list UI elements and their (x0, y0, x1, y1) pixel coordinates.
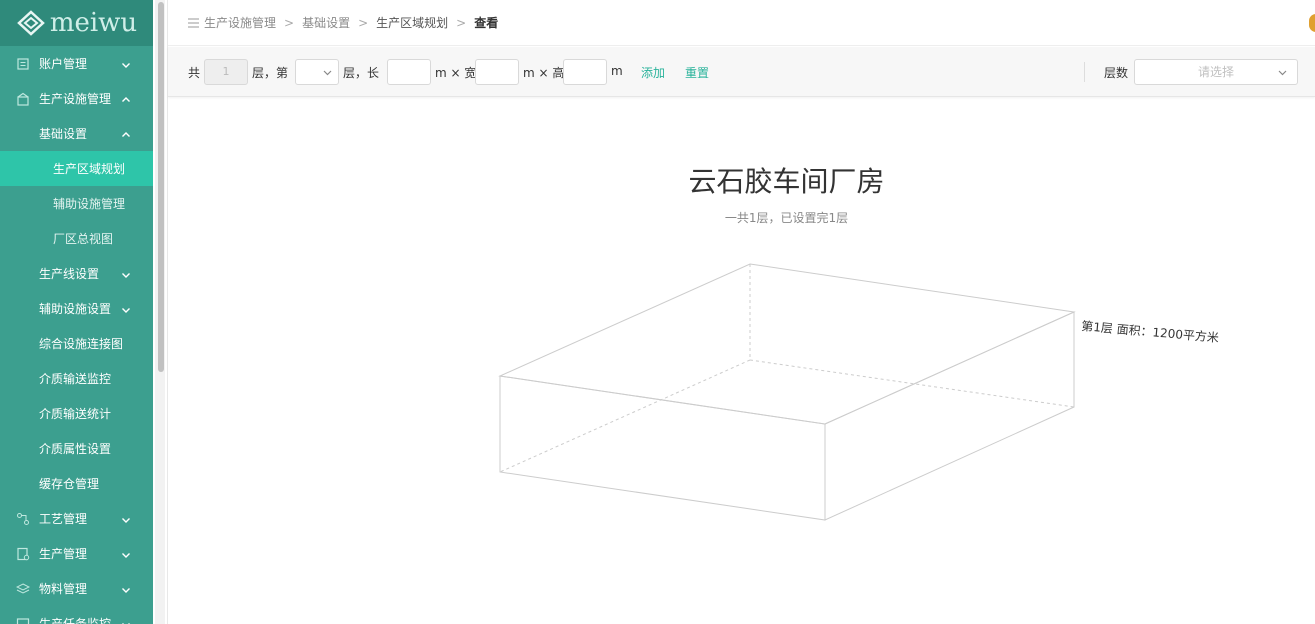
floor-number-select[interactable] (295, 59, 339, 85)
sidebar-item-4[interactable]: 辅助设施管理 (0, 186, 153, 221)
sidebar-item-label: 辅助设施管理 (53, 197, 126, 211)
chevron-down-icon (121, 59, 131, 69)
sidebar-item-12[interactable]: 缓存仓管理 (0, 466, 153, 501)
chevron-up-icon (121, 129, 131, 139)
sidebar-item-14[interactable]: 生产管理 (0, 536, 153, 571)
sidebar-item-5[interactable]: 厂区总视图 (0, 221, 153, 256)
sidebar-item-label: 介质属性设置 (39, 442, 112, 456)
document-icon (16, 57, 30, 71)
sidebar-item-label: 物料管理 (39, 582, 88, 596)
sidebar-item-label: 辅助设施设置 (39, 302, 112, 316)
sidebar-item-15[interactable]: 物料管理 (0, 571, 153, 606)
width-unit-label: m × 高 (523, 66, 565, 80)
layers-icon (16, 582, 30, 596)
sidebar-menu: 账户管理生产设施管理 基础设置生产区域规划 辅助设施管理 厂区总视图生产线设置辅助设施… (0, 46, 153, 624)
sidebar-item-label: 介质输送监控 (39, 372, 112, 386)
sidebar-item-label: 基础设置 (39, 127, 88, 141)
logo[interactable]: meiwu (0, 0, 153, 46)
breadcrumb: 生产设施管理 > 基础设置 > 生产区域规划 > 查看 (168, 0, 1315, 46)
chevron-down-icon (121, 549, 131, 559)
breadcrumb-item-view: 查看 (474, 16, 499, 30)
sidebar-item-label: 生产线设置 (39, 267, 100, 281)
sidebar-scrollbar-thumb[interactable] (158, 2, 164, 372)
sidebar: meiwu 账户管理生产设施管理 基础设置生产区域规划 辅助设施管理 厂区总视图生产线… (0, 0, 153, 624)
sidebar-item-label: 缓存仓管理 (39, 477, 100, 491)
sidebar-item-9[interactable]: 介质输送监控 (0, 361, 153, 396)
sidebar-item-0[interactable]: 账户管理 (0, 46, 153, 81)
chevron-down-icon (323, 70, 332, 76)
chevron-down-icon (121, 584, 131, 594)
box-top-face (498, 263, 1076, 425)
sidebar-item-label: 综合设施连接图 (39, 337, 124, 351)
breadcrumb-separator: > (284, 15, 295, 30)
toolbar-divider (1084, 62, 1085, 82)
menu-lines-icon (188, 18, 199, 27)
breadcrumb-item-facility[interactable]: 生产设施管理 (204, 14, 276, 31)
sidebar-item-16[interactable]: 生产任务监控 (0, 606, 153, 624)
add-button[interactable]: 添加 (641, 64, 665, 81)
floor-box[interactable] (498, 263, 1076, 521)
sidebar-item-8[interactable]: 综合设施连接图 (0, 326, 153, 361)
building-3d-view: 第1层 面积：1200平方米 (498, 263, 1220, 521)
breadcrumb-separator: > (456, 15, 467, 30)
floor-toolbar: 共 1 层，第 层，长 m × 宽 m × 高 m 添加 重置 层数 请选择 (168, 47, 1315, 97)
floor-area-label: 第1层 面积：1200平方米 (1081, 318, 1220, 345)
process-icon (16, 512, 30, 526)
avatar[interactable] (1309, 14, 1315, 32)
breadcrumb-item-area-planning[interactable]: 生产区域规划 (376, 14, 448, 31)
box-front-face (499, 375, 826, 521)
sidebar-item-6[interactable]: 生产线设置 (0, 256, 153, 291)
sidebar-item-11[interactable]: 介质属性设置 (0, 431, 153, 466)
sidebar-item-7[interactable]: 辅助设施设置 (0, 291, 153, 326)
box-right-face (824, 311, 1075, 521)
total-floors-input: 1 (204, 59, 248, 85)
sidebar-item-label: 厂区总视图 (53, 232, 114, 246)
sidebar-item-10[interactable]: 介质输送统计 (0, 396, 153, 431)
floors-select-placeholder: 请选择 (1197, 65, 1234, 79)
sidebar-item-13[interactable]: 工艺管理 (0, 501, 153, 536)
length-unit-label: m × 宽 (435, 66, 477, 80)
hidden-edge (499, 359, 751, 473)
sidebar-item-label: 工艺管理 (39, 512, 88, 526)
chevron-up-icon (121, 94, 131, 104)
logo-mark-icon (16, 10, 45, 36)
logo-text: meiwu (49, 8, 138, 38)
floors-label: 层数 (1104, 66, 1129, 80)
total-suffix-label: 层，第 (252, 66, 289, 80)
production-icon (16, 547, 30, 561)
sidebar-item-2[interactable]: 基础设置 (0, 116, 153, 151)
total-prefix-label: 共 (188, 66, 201, 80)
length-input[interactable] (387, 59, 431, 85)
breadcrumb-item-basic-settings[interactable]: 基础设置 (302, 14, 350, 31)
monitor-icon (16, 617, 30, 624)
main-content: 云石胶车间厂房 一共1层，已设置完1层 第1层 面积：1200平方米 (168, 98, 1315, 624)
height-unit-label: m (611, 64, 623, 78)
chevron-down-icon (1278, 70, 1287, 76)
width-input[interactable] (475, 59, 519, 85)
sidebar-item-label: 生产设施管理 (39, 92, 112, 106)
sidebar-item-3[interactable]: 生产区域规划 (0, 151, 153, 186)
chevron-down-icon (121, 269, 131, 279)
chevron-down-icon (121, 514, 131, 524)
sidebar-item-label: 生产区域规划 (53, 162, 126, 176)
chevron-down-icon (121, 304, 131, 314)
floor-suffix-label: 层，长 (343, 66, 380, 80)
sidebar-item-label: 介质输送统计 (39, 407, 112, 421)
chevron-down-icon (121, 619, 131, 624)
floors-select[interactable]: 请选择 (1134, 59, 1298, 85)
sidebar-item-label: 生产管理 (39, 547, 88, 561)
breadcrumb-separator: > (358, 15, 369, 30)
sidebar-item-label: 生产任务监控 (39, 617, 112, 624)
sidebar-item-1[interactable]: 生产设施管理 (0, 81, 153, 116)
hidden-edge (749, 359, 1075, 408)
height-input[interactable] (563, 59, 607, 85)
reset-button[interactable]: 重置 (685, 64, 709, 81)
building-icon (16, 92, 30, 106)
sidebar-item-label: 账户管理 (39, 57, 88, 71)
